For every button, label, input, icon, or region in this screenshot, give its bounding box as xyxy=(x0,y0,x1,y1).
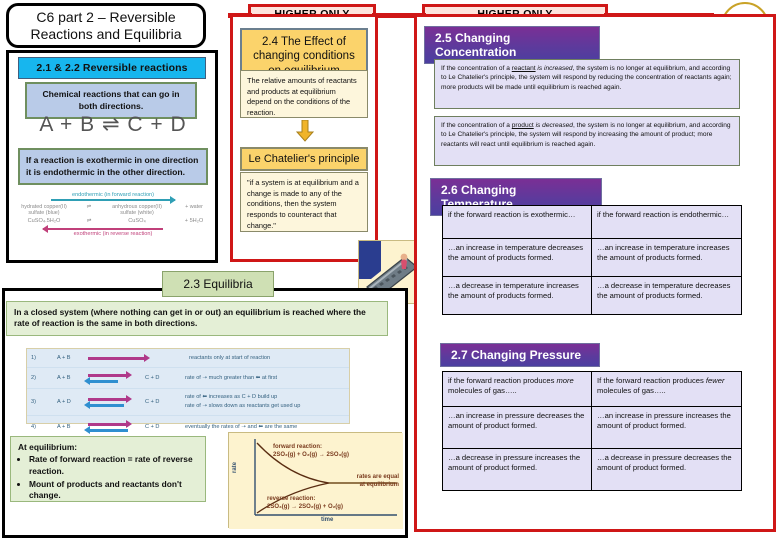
conc-p1-underline: reactant xyxy=(511,65,536,72)
pressure-decrease-fewer-gas: …a decrease in pressure decreases the am… xyxy=(592,449,742,491)
graph-reverse-equation: 2SO₃(g) → 2SO₂(g) + O₂(g) xyxy=(267,504,343,511)
temp-increase-endothermic: …an increase in temperature increases th… xyxy=(592,239,742,277)
equilibria-statement: In a closed system (where nothing can ge… xyxy=(6,301,388,336)
step-2-left: A + B xyxy=(57,375,71,381)
forward-arrow-1-icon xyxy=(88,354,150,362)
down-arrow-icon xyxy=(295,119,315,142)
hydrated-formula: CuSO₄.5H₂O xyxy=(27,218,61,224)
reaction-progress-table: 1) A + B reactants only at start of reac… xyxy=(26,348,350,434)
double-arrow-4-icon xyxy=(84,420,145,434)
conditions-statement: The relative amounts of reactants and pr… xyxy=(240,70,368,118)
step-3-right: C + D xyxy=(145,399,160,405)
pres-h-right-emph: fewer xyxy=(705,376,725,385)
anhydrous-formula: CuSO₄ xyxy=(128,218,146,224)
step-3-number: 3) xyxy=(31,399,36,405)
graph-forward-annotation: forward reaction: 2SO₂(g) + O₂(g) → 2SO₃… xyxy=(273,443,349,459)
at-equilibrium-title: At equilibrium: xyxy=(18,442,78,452)
copper-sulfate-equation-figure: endothermic (in forward reaction) hydrat… xyxy=(15,192,211,254)
pressure-header-fewer-gas: If the forward reaction produces fewer m… xyxy=(592,371,742,407)
step-4-right: C + D xyxy=(145,424,160,430)
conc-p2-underline: product xyxy=(511,122,534,129)
double-arrow-2-icon xyxy=(84,371,145,385)
graph-forward-title: forward reaction: xyxy=(273,444,323,450)
step-4-number: 4) xyxy=(31,424,36,430)
step-2-desc: rate of ➝ much greater than ⬅ at first xyxy=(185,375,278,381)
general-equation: A + B ⇌ C + D xyxy=(39,113,187,136)
hydrated-name: hydrated copper(II) sulfate (blue) xyxy=(21,204,67,216)
temp-header-endothermic: if the forward reaction is endothermic… xyxy=(592,205,742,239)
pres-h-left-pre: if the forward reaction produces xyxy=(448,376,557,385)
pressure-decrease-more-gas: …a decrease in pressure increases the am… xyxy=(442,449,592,491)
pres-h-right-pre: If the forward reaction produces xyxy=(597,376,706,385)
graph-rates-equal-line1: rates are equal xyxy=(356,474,399,480)
le-chatelier-header: Le Chatelier's principle xyxy=(240,147,368,171)
temp-decrease-exothermic: …a decrease in temperature increases the… xyxy=(442,277,592,315)
section-21-header: 2.1 & 2.2 Reversible reactions xyxy=(18,57,206,79)
le-chatelier-statement: "if a system is at equilibrium and a cha… xyxy=(240,172,368,232)
concentration-reactant-note: If the concentration of a reactant is in… xyxy=(434,59,740,109)
conc-p1-emph: is increased xyxy=(535,65,573,72)
step-1-left: A + B xyxy=(57,355,71,361)
graph-reverse-annotation: reverse reaction: 2SO₃(g) → 2SO₂(g) + O₂… xyxy=(267,495,343,511)
step-3-left: A + D xyxy=(57,399,71,405)
graph-equilibrium-annotation: rates are equal at equilibrium xyxy=(333,473,399,489)
step-1-desc: reactants only at start of reaction xyxy=(189,355,271,361)
pres-h-left-post: molecules of gas….. xyxy=(448,386,517,396)
forward-arrow-icon xyxy=(51,196,176,204)
temp-header-exothermic: if the forward reaction is exothermic… xyxy=(442,205,592,239)
step-4-left: A + B xyxy=(57,424,71,430)
step-row-1: 1) A + B reactants only at start of reac… xyxy=(27,349,349,368)
pressure-header-more-gas: if the forward reaction produces more mo… xyxy=(442,371,592,407)
water-label: + water xyxy=(185,204,203,210)
page-title-text: C6 part 2 – Reversible Reactions and Equ… xyxy=(30,9,182,42)
exothermic-endothermic-note: If a reaction is exothermic in one direc… xyxy=(18,148,208,186)
step-2-right: C + D xyxy=(145,375,160,381)
endothermic-label: endothermic (in forward reaction) xyxy=(71,192,155,198)
step-row-3: 3) A + D C + D rate of ⬅ increases as C … xyxy=(27,389,349,416)
temperature-table: if the forward reaction is exothermic… i… xyxy=(442,205,742,315)
water-formula: + 5H₂O xyxy=(184,218,204,224)
step-3b-desc: rate of ➝ slows down as reactants get us… xyxy=(185,403,301,409)
equilibrium-symbol-1: ⇌ xyxy=(86,204,92,210)
temp-decrease-endothermic: …a decrease in temperature decreases the… xyxy=(592,277,742,315)
pressure-increase-more-gas: …an increase in pressure decreases the a… xyxy=(442,407,592,449)
section-27-header: 2.7 Changing Pressure xyxy=(440,343,600,367)
conc-p2-emph: is decreased xyxy=(533,122,573,129)
at-equilibrium-box: At equilibrium: Rate of forward reaction… xyxy=(10,436,206,502)
step-row-2: 2) A + B C + D rate of ➝ much greater th… xyxy=(27,368,349,389)
rate-time-graph: rate time forward reaction: 2SO₂(g) + O₂… xyxy=(228,432,403,529)
conc-p1-pre: If the concentration of a xyxy=(441,65,512,72)
graph-ylabel: rate xyxy=(232,461,238,473)
pressure-table: if the forward reaction produces more mo… xyxy=(442,371,742,491)
page-title: C6 part 2 – Reversible Reactions and Equ… xyxy=(6,3,206,48)
pressure-increase-fewer-gas: …an increase in pressure increases the a… xyxy=(592,407,742,449)
section-23-header: 2.3 Equilibria xyxy=(162,271,274,297)
anhydrous-name: anhydrous copper(II) sulfate (white) xyxy=(112,204,162,216)
pres-h-right-post: molecules of gas….. xyxy=(597,386,666,396)
at-equilibrium-bullet-1: Rate of forward reaction = rate of rever… xyxy=(29,454,198,477)
reverse-arrow-icon xyxy=(42,225,163,233)
conc-p2-pre: If the concentration of a xyxy=(441,122,512,129)
double-arrow-3-icon xyxy=(84,395,145,409)
step-3-desc: rate of ⬅ increases as C + D build up xyxy=(185,393,278,400)
step-4-desc: eventually the rates of ➝ and ⬅ are the … xyxy=(185,424,298,430)
at-equilibrium-bullet-2: Mount of products and reactants don't ch… xyxy=(29,479,198,502)
graph-reverse-title: reverse reaction: xyxy=(267,496,316,502)
equilibrium-symbol-2: ⇌ xyxy=(86,218,92,224)
step-2-number: 2) xyxy=(31,375,36,381)
graph-xlabel: time xyxy=(321,517,334,523)
graph-forward-equation: 2SO₂(g) + O₂(g) → 2SO₃(g) xyxy=(273,452,349,459)
temp-increase-exothermic: …an increase in temperature decreases th… xyxy=(442,239,592,277)
step-1-number: 1) xyxy=(31,355,36,361)
pres-h-left-emph: more xyxy=(556,376,574,385)
revision-poster: C6 part 2 – Reversible Reactions and Equ… xyxy=(0,0,780,540)
concentration-product-note: If the concentration of a product is dec… xyxy=(434,116,740,166)
graph-rates-equal-line2: at equilibrium xyxy=(359,482,399,489)
